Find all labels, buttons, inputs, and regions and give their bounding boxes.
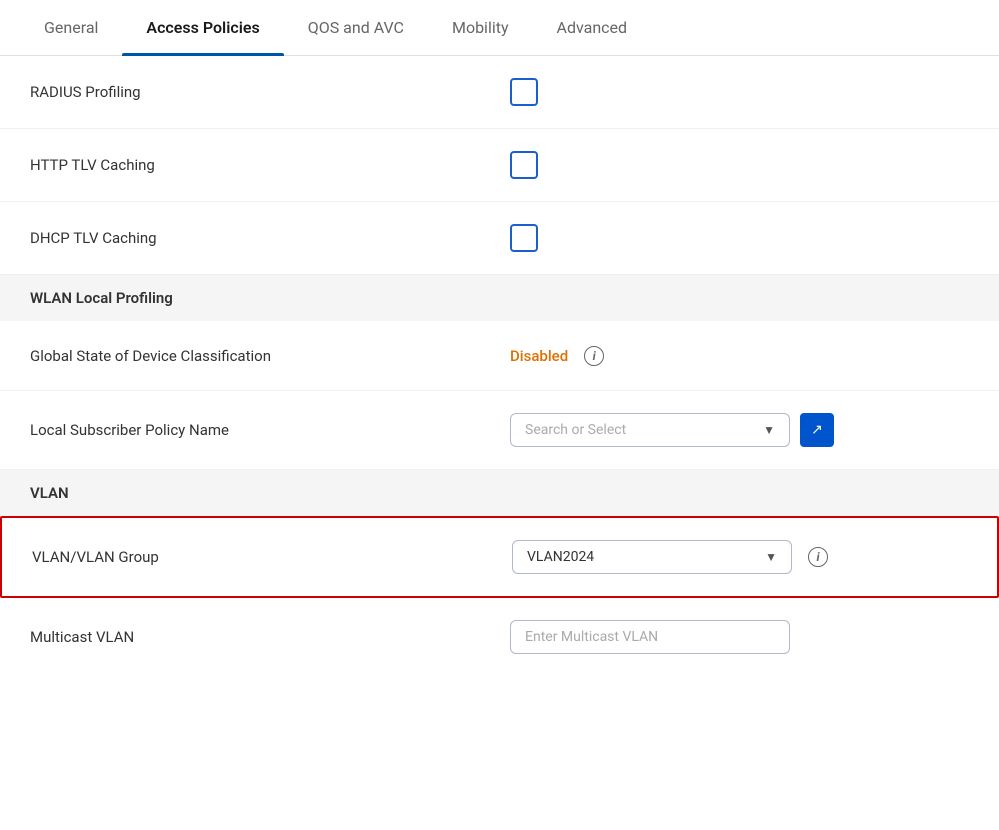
global-state-row: Global State of Device Classification Di… (0, 321, 999, 391)
local-subscriber-external-link-button[interactable]: ↗ (800, 413, 834, 447)
tab-qos-avc[interactable]: QOS and AVC (284, 0, 428, 55)
local-subscriber-control: Search or Select ▼ ↗ (510, 413, 969, 447)
global-state-status: Disabled (510, 347, 568, 365)
http-tlv-caching-checkbox[interactable] (510, 151, 538, 179)
tab-general[interactable]: General (20, 0, 122, 55)
dhcp-tlv-caching-checkbox[interactable] (510, 224, 538, 252)
local-subscriber-row: Local Subscriber Policy Name Search or S… (0, 391, 999, 470)
dhcp-tlv-caching-control (510, 224, 969, 252)
external-link-icon: ↗ (811, 422, 823, 438)
vlan-section-header: VLAN (0, 470, 999, 516)
vlan-group-info-icon[interactable]: i (808, 547, 828, 567)
radius-profiling-row: RADIUS Profiling (0, 56, 999, 129)
chevron-down-icon: ▼ (763, 423, 775, 437)
http-tlv-caching-control (510, 151, 969, 179)
http-tlv-caching-row: HTTP TLV Caching (0, 129, 999, 202)
tab-navigation: General Access Policies QOS and AVC Mobi… (0, 0, 999, 56)
dhcp-tlv-caching-label: DHCP TLV Caching (30, 229, 510, 247)
global-state-control: Disabled i (510, 346, 969, 366)
vlan-group-row: VLAN/VLAN Group VLAN2024 ▼ i (2, 518, 997, 596)
local-subscriber-label: Local Subscriber Policy Name (30, 421, 510, 439)
tab-advanced[interactable]: Advanced (533, 0, 652, 55)
http-tlv-caching-label: HTTP TLV Caching (30, 156, 510, 174)
vlan-group-dropdown[interactable]: VLAN2024 ▼ (512, 540, 792, 574)
multicast-vlan-placeholder: Enter Multicast VLAN (525, 629, 658, 645)
wlan-section-header: WLAN Local Profiling (0, 275, 999, 321)
tab-mobility[interactable]: Mobility (428, 0, 533, 55)
tab-access-policies[interactable]: Access Policies (122, 0, 283, 55)
multicast-vlan-label: Multicast VLAN (30, 628, 510, 646)
local-subscriber-dropdown[interactable]: Search or Select ▼ (510, 413, 790, 447)
dhcp-tlv-caching-row: DHCP TLV Caching (0, 202, 999, 275)
multicast-vlan-input[interactable]: Enter Multicast VLAN (510, 620, 790, 654)
global-state-info-icon[interactable]: i (584, 346, 604, 366)
multicast-vlan-control: Enter Multicast VLAN (510, 620, 969, 654)
vlan-group-label: VLAN/VLAN Group (32, 548, 512, 566)
vlan-highlight-container: VLAN/VLAN Group VLAN2024 ▼ i (0, 516, 999, 598)
local-subscriber-placeholder: Search or Select (525, 422, 626, 438)
vlan-group-value: VLAN2024 (527, 549, 594, 565)
vlan-group-control: VLAN2024 ▼ i (512, 540, 967, 574)
chevron-down-icon: ▼ (765, 550, 777, 564)
global-state-label: Global State of Device Classification (30, 347, 510, 365)
content-area: RADIUS Profiling HTTP TLV Caching DHCP T… (0, 56, 999, 676)
radius-profiling-checkbox[interactable] (510, 78, 538, 106)
radius-profiling-control (510, 78, 969, 106)
radius-profiling-label: RADIUS Profiling (30, 83, 510, 101)
multicast-vlan-row: Multicast VLAN Enter Multicast VLAN (0, 598, 999, 676)
